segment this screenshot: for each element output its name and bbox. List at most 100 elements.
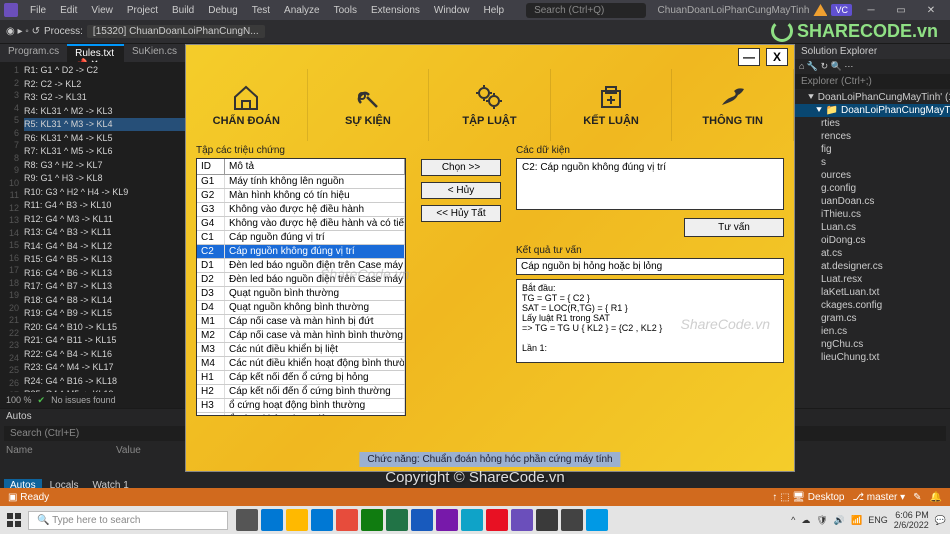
window-maximize[interactable]: ▭ — [886, 0, 916, 20]
cancel-all-button[interactable]: << Hủy Tất — [421, 205, 501, 222]
clock[interactable]: 6:06 PM2/6/2022 — [894, 510, 929, 530]
tab-Rules.txt[interactable]: Rules.txt 📌 ✕ — [67, 44, 124, 62]
taskbar-search[interactable]: 🔍 Type here to search — [28, 511, 228, 530]
symptom-row[interactable]: D4Quạt nguồn không bình thường — [197, 301, 405, 315]
se-item[interactable]: uanDoan.cs — [795, 195, 950, 208]
solution-explorer: Solution Explorer ⌂ 🔧 ↻ 🔍 ⋯ Explorer (Ct… — [795, 44, 950, 408]
menu-project[interactable]: Project — [121, 3, 164, 18]
symptom-row[interactable]: H2Cáp kết nối đến ổ cứng bình thường — [197, 385, 405, 399]
nav-icon — [474, 83, 504, 111]
nav-KẾT LUẬN[interactable]: KẾT LUẬN — [551, 69, 673, 141]
quick-search[interactable]: Search (Ctrl+Q) — [526, 3, 646, 18]
taskbar-app-8[interactable] — [436, 509, 458, 531]
taskbar-app-4[interactable] — [336, 509, 358, 531]
se-item[interactable]: gram.cs — [795, 312, 950, 325]
taskbar-app-2[interactable] — [286, 509, 308, 531]
taskbar-app-10[interactable] — [486, 509, 508, 531]
symptom-row[interactable]: M2Cáp nối case và màn hình bình thường — [197, 329, 405, 343]
symptoms-grid[interactable]: ID Mô tả G1Máy tính không lên nguồnG2Màn… — [196, 158, 406, 416]
symptom-row[interactable]: G2Màn hình không có tín hiệu — [197, 189, 405, 203]
se-item[interactable]: iThieu.cs — [795, 208, 950, 221]
symptom-row[interactable]: G3Không vào được hệ điều hành — [197, 203, 405, 217]
window-close[interactable]: ✕ — [916, 0, 946, 20]
menu-file[interactable]: File — [24, 3, 52, 18]
symptom-row[interactable]: H1Cáp kết nối đến ổ cứng bị hỏng — [197, 371, 405, 385]
menu-test[interactable]: Test — [246, 3, 276, 18]
se-item[interactable]: ngChu.cs — [795, 338, 950, 351]
menu-extensions[interactable]: Extensions — [365, 3, 426, 18]
se-item[interactable]: ources — [795, 169, 950, 182]
notifications-icon[interactable]: 💬 — [935, 515, 946, 526]
taskbar-app-0[interactable] — [236, 509, 258, 531]
lang-indicator[interactable]: ENG — [868, 515, 888, 525]
main-menu: FileEditViewProjectBuildDebugTestAnalyze… — [24, 3, 510, 18]
se-item[interactable]: ckages.config — [795, 299, 950, 312]
tab-SuKien.cs[interactable]: SuKien.cs — [124, 44, 185, 62]
nav-CHẨN ĐOÁN[interactable]: CHẨN ĐOÁN — [186, 69, 308, 141]
se-item[interactable]: at.designer.cs — [795, 260, 950, 273]
diagnostic-app-window: — X CHẨN ĐOÁNSỰ KIỆNTẬP LUẬTKẾT LUẬNTHÔN… — [185, 44, 795, 472]
se-search[interactable]: Explorer (Ctrl+;) — [795, 74, 950, 89]
se-item[interactable]: Luan.cs — [795, 221, 950, 234]
taskbar-app-6[interactable] — [386, 509, 408, 531]
code-editor[interactable]: 1234567891011121314151617181920212223242… — [0, 62, 185, 392]
menu-edit[interactable]: Edit — [54, 3, 83, 18]
symptom-row[interactable]: M3Các nút điều khiển bị liệt — [197, 343, 405, 357]
taskbar-app-14[interactable] — [586, 509, 608, 531]
col-desc: Mô tả — [225, 159, 405, 174]
symptom-row[interactable]: H3ổ cứng hoạt động bình thường — [197, 399, 405, 413]
taskbar-app-3[interactable] — [311, 509, 333, 531]
se-item[interactable]: oiDong.cs — [795, 234, 950, 247]
app-minimize[interactable]: — — [738, 48, 760, 66]
choose-button[interactable]: Chọn >> — [421, 159, 501, 176]
symptom-row[interactable]: M4Các nút điều khiển hoạt động bình thườ… — [197, 357, 405, 371]
warning-icon[interactable] — [813, 4, 827, 16]
se-item[interactable]: Luat.resx — [795, 273, 950, 286]
taskbar-app-9[interactable] — [461, 509, 483, 531]
se-item[interactable]: s — [795, 156, 950, 169]
process-value[interactable]: [15320] ChuanDoanLoiPhanCungN... — [87, 25, 265, 38]
result-input[interactable] — [516, 258, 784, 275]
se-item[interactable]: rences — [795, 130, 950, 143]
menu-tools[interactable]: Tools — [328, 3, 363, 18]
menu-build[interactable]: Build — [166, 3, 200, 18]
menu-help[interactable]: Help — [477, 3, 510, 18]
window-minimize[interactable]: ─ — [856, 0, 886, 20]
app-status-bar: Chức năng: Chuẩn đoán hỏng hóc phần cứng… — [359, 452, 620, 467]
taskbar-app-7[interactable] — [411, 509, 433, 531]
taskbar-app-12[interactable] — [536, 509, 558, 531]
facts-box[interactable]: C2: Cáp nguồn không đúng vị trí — [516, 158, 784, 210]
symptom-row[interactable]: G1Máy tính không lên nguồn — [197, 175, 405, 189]
start-button[interactable] — [4, 510, 24, 530]
se-item[interactable]: fig — [795, 143, 950, 156]
nav-TẬP LUẬT[interactable]: TẬP LUẬT — [429, 69, 551, 141]
advise-button[interactable]: Tư vấn — [684, 218, 784, 237]
menu-debug[interactable]: Debug — [202, 3, 243, 18]
app-close[interactable]: X — [766, 48, 788, 66]
taskbar-app-5[interactable] — [361, 509, 383, 531]
taskbar-app-13[interactable] — [561, 509, 583, 531]
symptom-row[interactable]: M1Cáp nối case và màn hình bị đứt — [197, 315, 405, 329]
symptom-row[interactable]: C2Cáp nguồn không đúng vị trí — [197, 245, 405, 259]
se-item[interactable]: at.cs — [795, 247, 950, 260]
se-item[interactable]: g.config — [795, 182, 950, 195]
se-item[interactable]: rties — [795, 117, 950, 130]
se-item[interactable]: ien.cs — [795, 325, 950, 338]
se-solution[interactable]: ⯆ DoanLoiPhanCungMayTinh' (1 of 1 projec… — [795, 91, 950, 104]
symptom-row[interactable]: D3Quạt nguồn bình thường — [197, 287, 405, 301]
symptom-row[interactable]: C1Cáp nguồn đúng vị trí — [197, 231, 405, 245]
symptom-row[interactable]: H4ổ cứng không hoạt động — [197, 413, 405, 415]
tab-Program.cs[interactable]: Program.cs — [0, 44, 67, 62]
menu-window[interactable]: Window — [428, 3, 476, 18]
se-item[interactable]: lieuChung.txt — [795, 351, 950, 364]
menu-analyze[interactable]: Analyze — [278, 3, 326, 18]
cancel-button[interactable]: < Hủy — [421, 182, 501, 199]
symptom-row[interactable]: G4Không vào được hệ điều hành và có tiế — [197, 217, 405, 231]
taskbar-app-1[interactable] — [261, 509, 283, 531]
nav-SỰ KIỆN[interactable]: SỰ KIỆN — [308, 69, 430, 141]
menu-view[interactable]: View — [85, 3, 119, 18]
nav-THÔNG TIN[interactable]: THÔNG TIN — [672, 69, 794, 141]
taskbar-app-11[interactable] — [511, 509, 533, 531]
se-item[interactable]: laKetLuan.txt — [795, 286, 950, 299]
se-project[interactable]: ⯆ 📁 DoanLoiPhanCungMayTinh — [795, 104, 950, 117]
